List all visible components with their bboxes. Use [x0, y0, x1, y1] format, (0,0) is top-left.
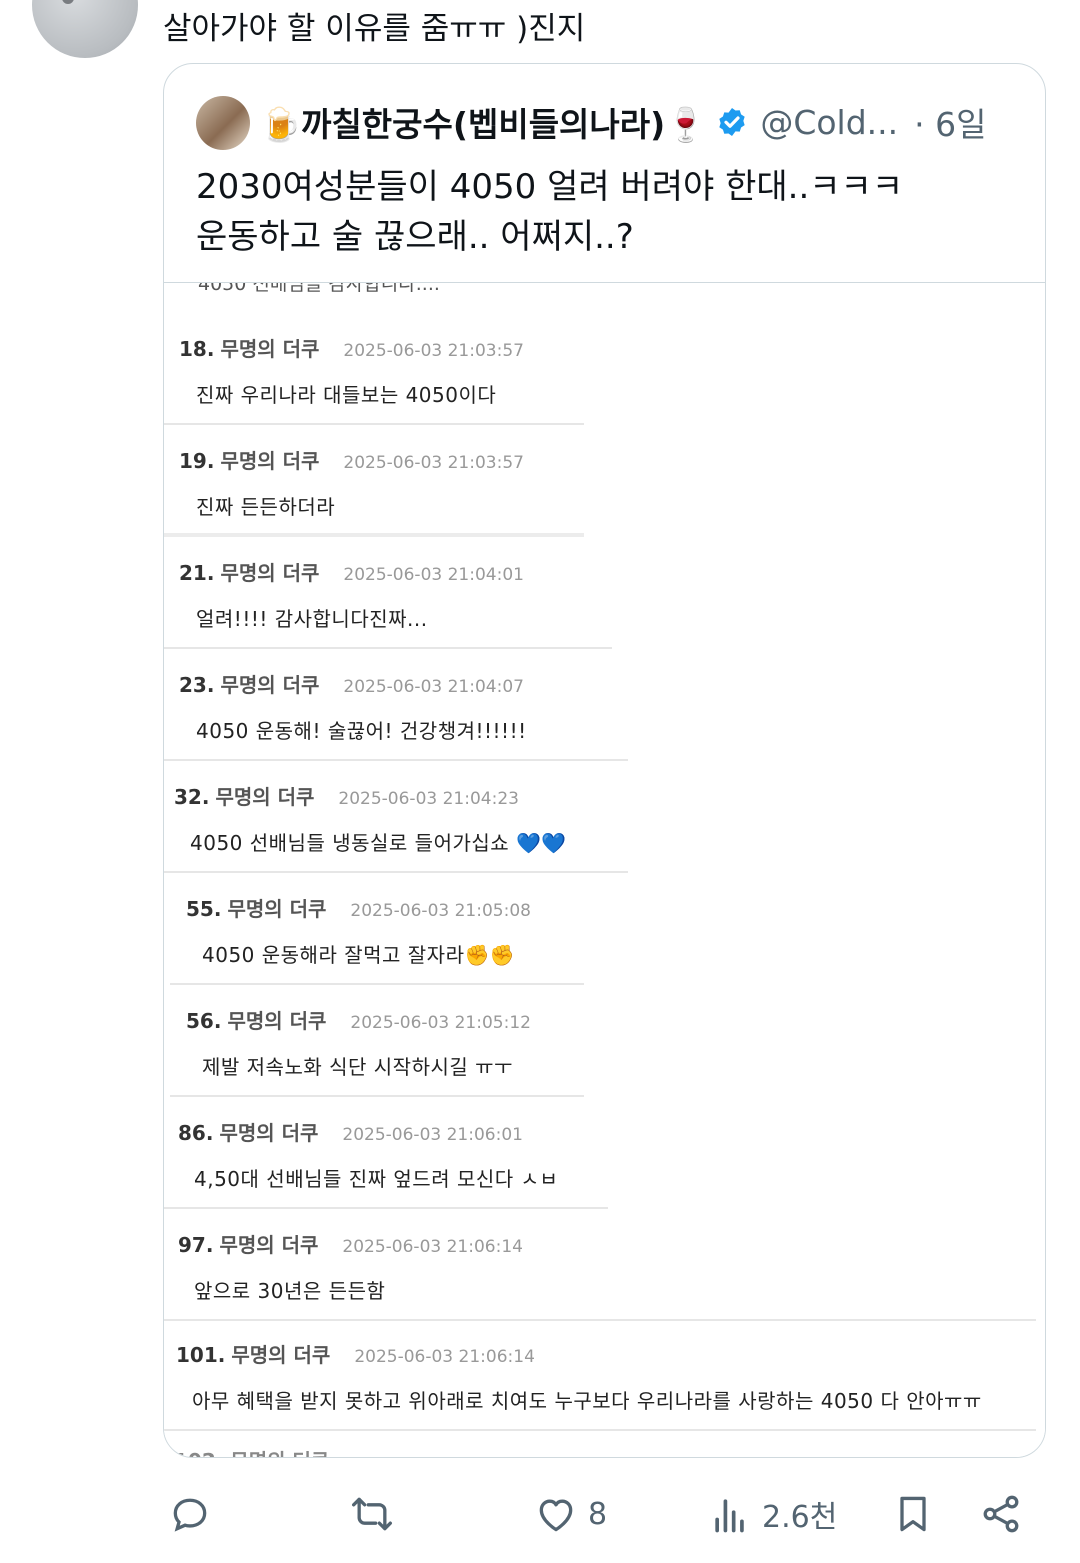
quoted-author-row: 🍺까칠한궁수(벱비들의나라)🍷 @Cold... · 6일: [260, 98, 986, 146]
quoted-tweet-header: 🍺까칠한궁수(벱비들의나라)🍷 @Cold... · 6일 2030여성분들이 …: [164, 64, 1045, 282]
quoted-author-name[interactable]: 🍺까칠한궁수(벱비들의나라)🍷: [260, 98, 706, 146]
comment-body: 4050 선배님들 냉동실로 들어가십쇼 💙💙: [190, 831, 567, 855]
comment-item: 19. 무명의 더쿠 2025-06-03 21:03:57 진짜 든든하더라: [164, 425, 584, 537]
comment-body: 앞으로 30년은 든든함: [194, 1279, 386, 1303]
comment-number: 97.: [178, 1233, 214, 1257]
like-count: 8: [588, 1496, 608, 1532]
comment-number: 86.: [178, 1121, 214, 1145]
quoted-tweet-text: 2030여성분들이 4050 얼려 버려야 한대..ㅋㅋㅋ 운동하고 술 끊으래…: [196, 162, 903, 262]
tweet-action-bar: 8 2.6천: [0, 1480, 1080, 1550]
comment-date: 2025-06-03 21:03:57: [343, 453, 524, 473]
comment-item: 55. 무명의 더쿠 2025-06-03 21:05:08 4050 운동해라 잘…: [170, 873, 584, 985]
comment-number: 19.: [179, 449, 215, 473]
comment-date: 2025-06-03 21:06:14: [354, 1347, 535, 1367]
comment-date: 2025-06-03 21:06:01: [342, 1125, 523, 1145]
comment-number: 21.: [179, 561, 215, 585]
comment-date: 2025-06-03 21:05:12: [350, 1013, 531, 1033]
views-icon: [715, 1499, 744, 1533]
retweet-button[interactable]: [350, 1492, 394, 1536]
share-icon: [983, 1495, 1019, 1533]
attached-screenshot-image[interactable]: 4050 선배님들 감사합니다.... 18. 무명의 더쿠 2025-06-03 …: [164, 282, 1045, 1457]
comment-item: 21. 무명의 더쿠 2025-06-03 21:04:01 얼려!!!! 감사합니…: [164, 537, 612, 649]
comment-body: 제발 저속노화 식단 시작하시길 ㅠㅜ: [202, 1055, 513, 1079]
comment-item: 23. 무명의 더쿠 2025-06-03 21:04:07 4050 운동해! 술…: [164, 649, 628, 761]
comment-number: 101.: [176, 1343, 226, 1367]
comment-author: 무명의 더쿠: [219, 1233, 319, 1257]
quoted-tweet-line-2: 운동하고 술 끊으래.. 어쩌지..?: [196, 217, 634, 257]
comment-body: 4,50대 선배님들 진짜 엎드려 모신다 ㅅㅂ: [194, 1167, 559, 1191]
comment-number: 18.: [179, 337, 215, 361]
cut-comment-text: 4050 선배님들 감사합니다....: [198, 282, 440, 295]
like-button[interactable]: 8: [534, 1492, 607, 1536]
comment-item: 18. 무명의 더쿠 2025-06-03 21:03:57 진짜 우리나라 대들보…: [164, 313, 584, 425]
comment-number: 55.: [186, 897, 222, 921]
cut-comment-header: 102. 무명의 더쿠: [174, 1445, 329, 1457]
comment-author: 무명의 더쿠: [220, 561, 320, 585]
bookmark-icon: [900, 1496, 926, 1532]
reply-icon: [173, 1498, 207, 1532]
author-avatar[interactable]: [32, 0, 138, 58]
comment-number: 32.: [174, 785, 210, 809]
comment-date: 2025-06-03 21:06:14: [342, 1237, 523, 1257]
quoted-tweet-line-1: 2030여성분들이 4050 얼려 버려야 한대..ㅋㅋㅋ: [196, 167, 904, 207]
retweet-icon: [352, 1497, 392, 1531]
comment-item: 101. 무명의 더쿠 2025-06-03 21:06:14 아무 혜택을 받지 …: [164, 1319, 1036, 1431]
comment-date: 2025-06-03 21:03:57: [343, 341, 524, 361]
reply-button[interactable]: [168, 1492, 212, 1536]
comment-item: 56. 무명의 더쿠 2025-06-03 21:05:12 제발 저속노화 식단 …: [170, 985, 584, 1097]
quoted-author-avatar[interactable]: [196, 96, 250, 150]
comment-author: 무명의 더쿠: [227, 1009, 327, 1033]
comment-item: 97. 무명의 더쿠 2025-06-03 21:06:14 앞으로 30년은 든든…: [164, 1209, 1036, 1321]
comment-body: 4050 운동해! 술끊어! 건강챙겨!!!!!!: [196, 719, 527, 743]
views-count: 2.6천: [762, 1500, 838, 1535]
comment-date: 2025-06-03 21:05:08: [350, 901, 531, 921]
comment-date: 2025-06-03 21:04:01: [343, 565, 524, 585]
comment-item: 32. 무명의 더쿠 2025-06-03 21:04:23 4050 선배님들 냉…: [164, 761, 628, 873]
comment-date: 2025-06-03 21:04:23: [338, 789, 519, 809]
comment-author: 무명의 더쿠: [231, 1343, 331, 1367]
views-button[interactable]: 2.6천: [708, 1492, 837, 1536]
comment-author: 무명의 더쿠: [220, 673, 320, 697]
comment-author: 무명의 더쿠: [227, 897, 327, 921]
quoted-author-handle[interactable]: @Cold...: [760, 103, 898, 142]
comment-body: 4050 운동해라 잘먹고 잘자라✊✊: [202, 943, 516, 967]
quoted-tweet-time[interactable]: · 6일: [914, 98, 986, 146]
verified-badge-icon: [719, 108, 745, 136]
comment-number: 56.: [186, 1009, 222, 1033]
comment-body: 아무 혜택을 받지 못하고 위아래로 치여도 누구보다 우리나라를 사랑하는 4…: [192, 1389, 982, 1413]
comment-author: 무명의 더쿠: [219, 1121, 319, 1145]
comment-body: 진짜 든든하더라: [196, 495, 336, 519]
share-button[interactable]: [979, 1492, 1023, 1536]
bookmark-button[interactable]: [891, 1492, 935, 1536]
comment-author: 무명의 더쿠: [220, 449, 320, 473]
comment-number: 23.: [179, 673, 215, 697]
heart-icon: [539, 1499, 573, 1532]
comment-item: 86. 무명의 더쿠 2025-06-03 21:06:01 4,50대 선배님들 …: [164, 1097, 608, 1209]
comment-body: 얼려!!!! 감사합니다진짜...: [196, 607, 428, 631]
comment-body: 진짜 우리나라 대들보는 4050이다: [196, 383, 497, 407]
comment-date: 2025-06-03 21:04:07: [343, 677, 524, 697]
comment-author: 무명의 더쿠: [215, 785, 315, 809]
post-text: 살아가야 할 이유를 줌ㅠㅠ )진지: [163, 11, 586, 47]
comment-author: 무명의 더쿠: [220, 337, 320, 361]
quoted-tweet-card[interactable]: 🍺까칠한궁수(벱비들의나라)🍷 @Cold... · 6일 2030여성분들이 …: [163, 63, 1046, 1458]
